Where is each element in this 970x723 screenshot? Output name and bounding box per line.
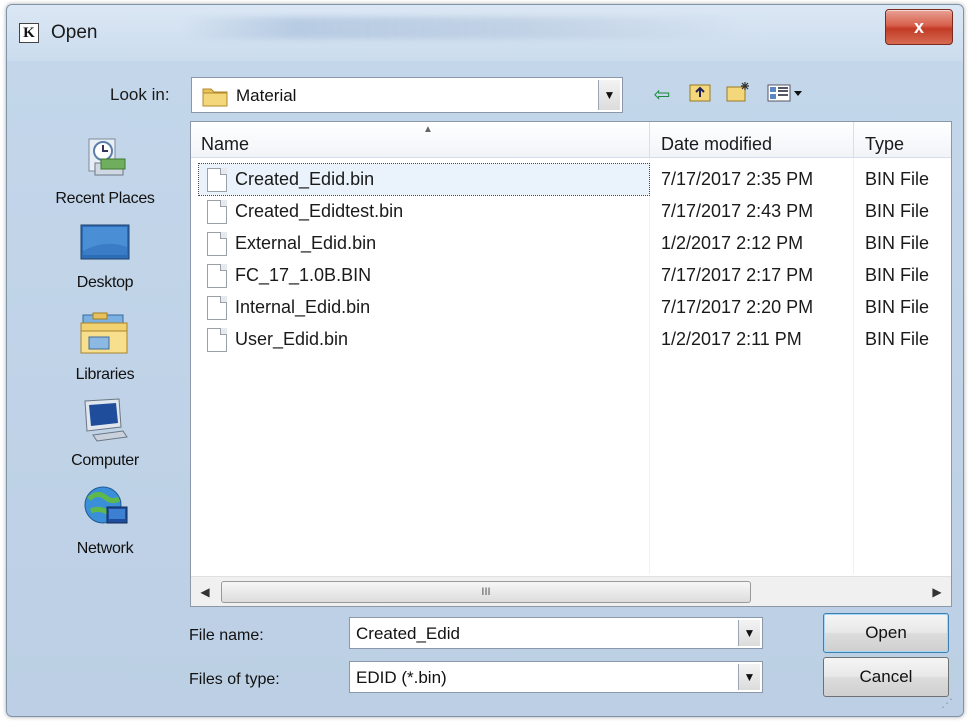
name-cell[interactable]: User_Edid.bin: [199, 324, 649, 355]
file-date: 7/17/2017 2:20 PM: [661, 297, 814, 317]
scroll-right-icon[interactable]: ▶: [923, 577, 951, 607]
column-type[interactable]: Type: [865, 122, 904, 158]
look-in-combo[interactable]: Material ▼: [191, 77, 623, 113]
name-cell[interactable]: FC_17_1.0B.BIN: [199, 260, 649, 291]
sort-ascending-icon: ▲: [423, 124, 433, 135]
up-folder-icon[interactable]: [685, 81, 715, 109]
view-menu-icon[interactable]: [765, 81, 805, 109]
file-icon: [207, 232, 227, 256]
file-type: BIN File: [865, 329, 930, 349]
file-name: Internal_Edid.bin: [235, 297, 371, 317]
look-in-label: Look in:: [110, 85, 170, 104]
file-type: BIN File: [865, 169, 930, 189]
file-date: 1/2/2017 2:12 PM: [661, 233, 804, 253]
file-type: BIN File: [865, 297, 930, 317]
cancel-button[interactable]: Cancel: [823, 657, 949, 697]
file-icon: [207, 200, 227, 224]
column-header: Name ▲ Date modified Type: [191, 122, 951, 158]
table-row[interactable]: FC_17_1.0B.BIN 7/17/2017 2:17 PM BIN Fil…: [191, 260, 951, 291]
place-label: Libraries: [75, 366, 135, 383]
open-button[interactable]: Open: [823, 613, 949, 653]
place-label: Recent Places: [55, 190, 155, 207]
column-name[interactable]: Name: [201, 122, 249, 158]
file-type-label: Files of type:: [189, 671, 280, 688]
chevron-down-icon[interactable]: ▼: [738, 664, 760, 690]
back-arrow-icon[interactable]: ⇦: [647, 81, 677, 109]
place-computer[interactable]: Computer: [25, 395, 185, 470]
scroll-left-icon[interactable]: ◀: [191, 577, 219, 607]
scroll-thumb[interactable]: III: [221, 581, 751, 603]
table-row[interactable]: External_Edid.bin 1/2/2017 2:12 PM BIN F…: [191, 228, 951, 259]
file-icon: [207, 328, 227, 352]
file-name: User_Edid.bin: [235, 329, 349, 349]
look-in-value: Material: [236, 86, 297, 105]
place-label: Desktop: [76, 274, 134, 291]
title-bar[interactable]: K Open x: [7, 5, 963, 61]
file-name: External_Edid.bin: [235, 233, 377, 253]
desktop-icon: [80, 224, 130, 260]
place-desktop[interactable]: Desktop: [25, 221, 185, 292]
network-icon: [84, 486, 128, 524]
table-row[interactable]: Created_Edid.bin 7/17/2017 2:35 PM BIN F…: [191, 163, 951, 196]
resize-grip-icon[interactable]: ⋰: [941, 696, 955, 710]
file-name-field[interactable]: Created_Edid ▼: [349, 617, 763, 649]
place-network[interactable]: Network: [25, 481, 185, 558]
file-name: Created_Edidtest.bin: [235, 201, 404, 221]
horizontal-scrollbar[interactable]: ◀ III ▶: [191, 576, 951, 606]
file-name: FC_17_1.0B.BIN: [235, 265, 372, 285]
file-date: 1/2/2017 2:11 PM: [661, 329, 802, 349]
file-name-label: File name:: [189, 627, 264, 644]
column-divider[interactable]: [649, 122, 650, 158]
open-dialog: K Open x Look in: Material ▼ ⇦ Recent Pl…: [6, 4, 964, 717]
computer-icon: [84, 398, 128, 442]
file-name-value: Created_Edid: [356, 624, 460, 643]
column-divider[interactable]: [853, 122, 854, 158]
name-cell[interactable]: External_Edid.bin: [199, 228, 649, 259]
file-list[interactable]: Name ▲ Date modified Type Created_Edid.b…: [190, 121, 952, 607]
name-cell[interactable]: Created_Edid.bin: [198, 163, 650, 196]
place-label: Network: [76, 540, 134, 557]
places-bar: Recent Places Desktop Libraries Computer…: [25, 123, 185, 603]
file-name: Created_Edid.bin: [235, 169, 375, 189]
name-cell[interactable]: Internal_Edid.bin: [199, 292, 649, 323]
place-recent-places[interactable]: Recent Places: [25, 133, 185, 208]
new-folder-icon[interactable]: [723, 81, 753, 109]
window-title: Open: [51, 22, 98, 43]
place-libraries[interactable]: Libraries: [25, 309, 185, 384]
close-icon: x: [913, 17, 924, 37]
file-type: BIN File: [865, 265, 930, 285]
chevron-down-icon[interactable]: ▼: [598, 80, 620, 110]
file-date: 7/17/2017 2:17 PM: [661, 265, 814, 285]
file-type: BIN File: [865, 233, 930, 253]
table-row[interactable]: Created_Edidtest.bin 7/17/2017 2:43 PM B…: [191, 196, 951, 227]
file-date: 7/17/2017 2:43 PM: [661, 201, 814, 221]
chevron-down-icon[interactable]: ▼: [738, 620, 760, 646]
file-type-value: EDID (*.bin): [356, 668, 447, 687]
name-cell[interactable]: Created_Edidtest.bin: [199, 196, 649, 227]
column-date[interactable]: Date modified: [661, 122, 772, 158]
libraries-icon: [80, 312, 128, 354]
title-blur: [182, 17, 742, 39]
recent-places-icon: [88, 138, 126, 176]
file-type-select[interactable]: EDID (*.bin) ▼: [349, 661, 763, 693]
place-label: Computer: [71, 452, 139, 469]
file-icon: [207, 296, 227, 320]
file-type: BIN File: [865, 201, 930, 221]
close-button[interactable]: x: [885, 9, 953, 45]
file-icon: [207, 264, 227, 288]
file-icon: [207, 168, 227, 192]
folder-icon: [202, 88, 228, 107]
table-row[interactable]: User_Edid.bin 1/2/2017 2:11 PM BIN File: [191, 324, 951, 355]
table-row[interactable]: Internal_Edid.bin 7/17/2017 2:20 PM BIN …: [191, 292, 951, 323]
app-icon: K: [19, 23, 39, 43]
file-date: 7/17/2017 2:35 PM: [661, 169, 814, 189]
